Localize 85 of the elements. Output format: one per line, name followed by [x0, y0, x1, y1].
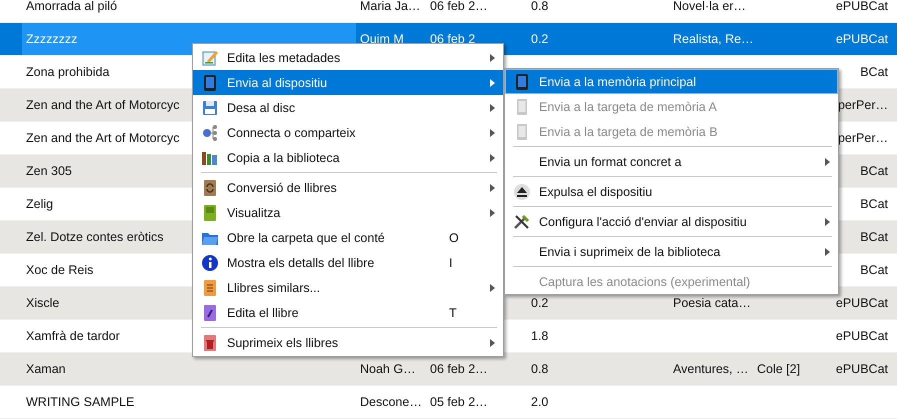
- cell-text: 0.2: [531, 296, 548, 310]
- cell-text: Zzzzzzzz: [26, 32, 78, 46]
- cell-text: Amorrada al piló: [26, 0, 118, 13]
- convert-book-icon: [201, 178, 219, 196]
- menu-item[interactable]: Llibres similars...: [193, 275, 503, 300]
- menu-item[interactable]: Copia a la biblioteca: [193, 145, 503, 170]
- submenu-arrow-icon: [490, 54, 494, 62]
- cell-text: Realista, Re…: [673, 32, 754, 46]
- trash-icon: [201, 334, 219, 352]
- submenu-arrow-icon: [490, 184, 494, 192]
- cell-text: BCat: [860, 263, 888, 277]
- submenu-arrow-icon: [490, 128, 494, 136]
- cell-text: Novel·la er…: [673, 0, 746, 13]
- cell-text: ePUBCat: [836, 362, 888, 376]
- menu-item[interactable]: Suprimeix els llibres: [193, 330, 503, 355]
- cell-text: Maria Ja…: [360, 0, 420, 13]
- cell-text: Xamfrà de tardor: [26, 329, 120, 343]
- edit-document-icon: [201, 48, 219, 66]
- cell-text: BCat: [860, 65, 888, 79]
- cell-text: Noah G…: [360, 362, 416, 376]
- cell-text: Zen and the Art of Motorcyc: [26, 131, 180, 145]
- menu-item[interactable]: Conversió de llibres: [193, 175, 503, 200]
- cell-text: Descone…: [360, 395, 422, 409]
- cell-text: 1.8: [531, 329, 548, 343]
- menu-item[interactable]: Expulsa el dispositiu: [505, 179, 838, 204]
- menu-item[interactable]: Envia al dispositiu: [193, 70, 503, 95]
- cell-text: 06 feb 2…: [430, 0, 488, 13]
- book-icon: [201, 204, 219, 222]
- list-book-icon: [201, 278, 219, 296]
- cell-text: Cole [2]: [757, 362, 800, 376]
- table-row[interactable]: Amorrada al piló Maria Ja… 06 feb 2… 0.8 Novel·la er… ePUBCat: [0, 0, 897, 23]
- cell-text: Zona prohibida: [26, 65, 110, 79]
- cell-text: 06 feb 2: [430, 32, 476, 46]
- cell-text: ePUBCat: [836, 296, 888, 310]
- eject-icon: [513, 182, 531, 200]
- menu-item[interactable]: Obre la carpeta que el conté O: [193, 225, 503, 250]
- menu-item[interactable]: Edita el llibre T: [193, 300, 503, 325]
- cell-text: 06 feb 2…: [430, 362, 488, 376]
- submenu-arrow-icon: [824, 218, 830, 226]
- cell-text: Zel. Dotze contes eròtics: [26, 230, 164, 244]
- table-row[interactable]: Xaman Noah G… 06 feb 2… 0.8 Aventures, … Cole [2] ePUBCat: [0, 353, 897, 386]
- network-icon: [201, 124, 219, 142]
- edit-book-icon: [201, 304, 219, 322]
- submenu-arrow-icon: [824, 248, 830, 256]
- submenu-arrow-icon: [490, 208, 494, 216]
- info-icon: [201, 254, 219, 272]
- cell-text: ePUBCat: [836, 329, 888, 343]
- submenu-arrow-icon: [490, 78, 494, 86]
- submenu-arrow-icon: [824, 158, 830, 166]
- cell-text: Zelig: [26, 197, 54, 211]
- menu-item[interactable]: Envia a la memòria principal: [505, 69, 838, 94]
- cell-text: Xoc de Reis: [26, 263, 94, 277]
- cell-text: Zen and the Art of Motorcyc: [26, 98, 180, 112]
- cell-text: perPer…: [838, 98, 888, 112]
- cell-text: Aventures, …: [673, 362, 749, 376]
- cell-text: WRITING SAMPLE: [26, 395, 134, 409]
- submenu-arrow-icon: [490, 154, 494, 162]
- menu-item[interactable]: Mostra els detalls del llibre I: [193, 250, 503, 275]
- cell-text: BCat: [860, 197, 888, 211]
- menu-item[interactable]: Envia i suprimeix de la biblioteca: [505, 239, 838, 264]
- menu-item[interactable]: Desa al disc: [193, 95, 503, 120]
- cell-text: perPer…: [838, 131, 888, 145]
- cell-text: 05 feb 2…: [430, 395, 488, 409]
- cell-text: ePUBCat: [836, 0, 888, 13]
- submenu-arrow-icon: [490, 338, 494, 346]
- cell-text: BCat: [860, 230, 888, 244]
- cell-text: 2.0: [531, 395, 548, 409]
- submenu-arrow-icon: [490, 284, 494, 292]
- cell-text: Zen 305: [26, 164, 72, 178]
- tablet-icon: [201, 74, 219, 92]
- menu-item[interactable]: Configura l'acció d'enviar al dispositiu: [505, 209, 838, 234]
- cell-text: Poesia cata…: [673, 296, 751, 310]
- cell-text: Xaman: [26, 362, 66, 376]
- tools-icon: [513, 212, 531, 230]
- cell-text: 0.2: [531, 32, 548, 46]
- cell-text: 0.8: [531, 0, 548, 13]
- menu-item[interactable]: Envia un format concret a: [505, 149, 838, 174]
- cell-text: ePUBCat: [836, 32, 888, 46]
- tablet-icon: [513, 72, 531, 90]
- submenu-arrow-icon: [490, 104, 494, 112]
- cell-text: BCat: [860, 164, 888, 178]
- cell-text: Xiscle: [26, 296, 60, 310]
- menu-item[interactable]: Visualitza: [193, 200, 503, 225]
- menu-item[interactable]: Connecta o comparteix: [193, 120, 503, 145]
- cell-text: 0.8: [531, 362, 548, 376]
